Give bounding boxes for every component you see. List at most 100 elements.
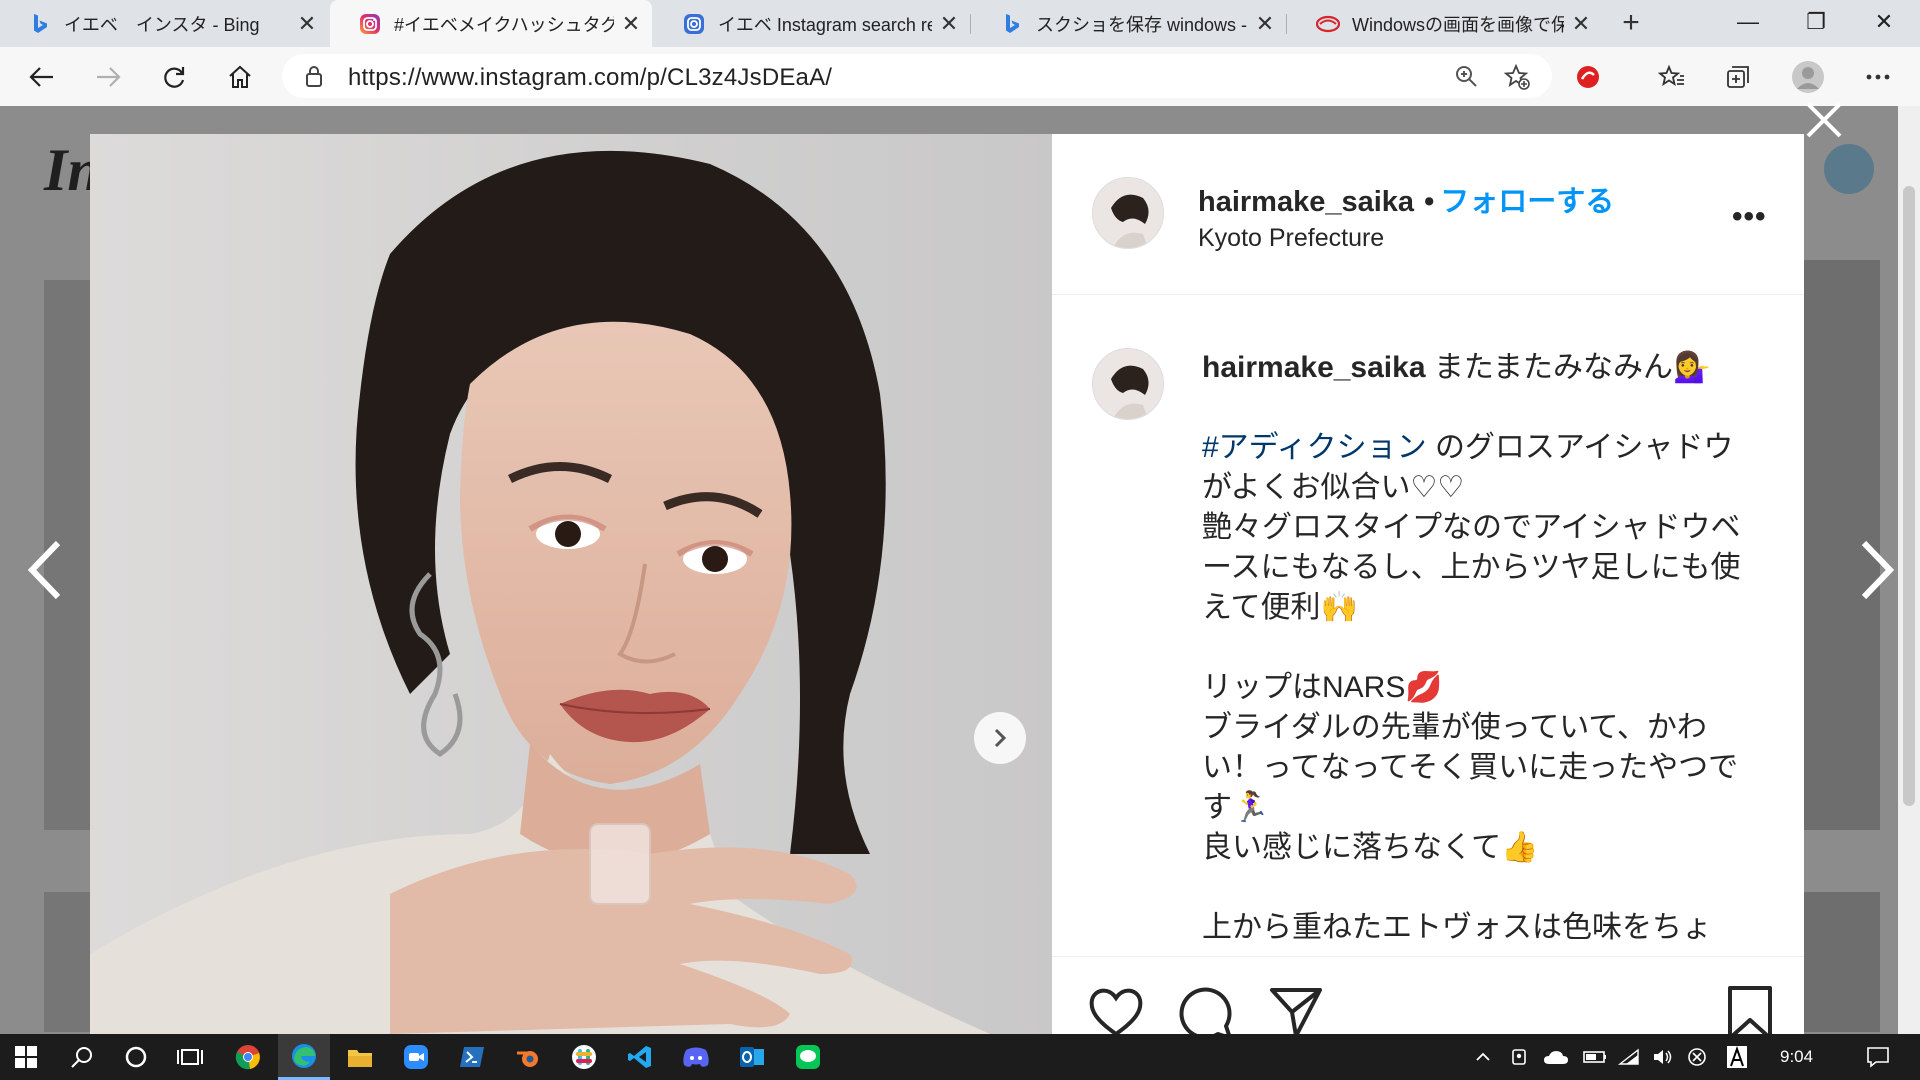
zoom-app-icon — [404, 1045, 428, 1069]
taskbar-chrome[interactable] — [222, 1034, 274, 1080]
caption-author-avatar[interactable] — [1092, 348, 1164, 420]
post-photo[interactable] — [90, 134, 1052, 1034]
taskbar-clock[interactable]: 9:04 — [1780, 1047, 1813, 1067]
search-icon — [71, 1047, 92, 1068]
user-avatar[interactable] — [1824, 144, 1874, 194]
taskbar-vscode[interactable] — [614, 1034, 666, 1080]
caption-line: ブライダルの先輩が使っていて、かわい！ってなってそく買いに走ったやつです🏃‍♀️ — [1202, 711, 1739, 824]
forward-button[interactable] — [88, 57, 128, 97]
tab-close-icon[interactable]: ✕ — [296, 11, 318, 37]
battery-icon[interactable] — [1580, 1034, 1610, 1080]
url-text[interactable]: https://www.instagram.com/p/CL3z4JsDEaA/ — [348, 64, 832, 92]
tab-title: イエベ インスタ - Bing — [64, 14, 260, 35]
chrome-icon — [235, 1045, 260, 1070]
author-avatar[interactable] — [1092, 177, 1164, 249]
author-username[interactable]: hairmake_saika — [1198, 186, 1414, 218]
taskbar-file-explorer[interactable] — [334, 1034, 386, 1080]
wifi-icon[interactable] — [1614, 1034, 1644, 1080]
volume-icon[interactable] — [1648, 1034, 1678, 1080]
taskbar-slack[interactable] — [558, 1034, 610, 1080]
browser-tab-instagram-search[interactable]: イエベ Instagram search resu ✕ — [654, 0, 970, 47]
comment-icon[interactable] — [1176, 982, 1236, 1042]
post-caption: hairmake_saika またまたみなみん💁‍♀️ #アディクション のグロ… — [1202, 348, 1742, 948]
close-modal-icon[interactable] — [1802, 98, 1846, 142]
task-view-icon — [177, 1049, 203, 1065]
vscode-icon — [628, 1046, 651, 1068]
portrait-illustration — [90, 134, 1052, 1034]
profile-avatar-icon[interactable] — [1790, 59, 1826, 95]
bing-icon — [28, 12, 52, 36]
lock-icon[interactable] — [304, 64, 324, 93]
separator-dot: • — [1424, 186, 1435, 218]
meet-now-icon[interactable] — [1504, 1034, 1534, 1080]
windows-taskbar: 9:04 — [0, 1034, 1920, 1080]
refresh-button[interactable] — [154, 57, 194, 97]
more-options-icon[interactable]: ••• — [1732, 200, 1767, 234]
taskbar-powershell[interactable] — [446, 1034, 498, 1080]
address-bar[interactable]: https://www.instagram.com/p/CL3z4JsDEaA/ — [282, 54, 1552, 98]
tab-title: イエベ Instagram search resu — [718, 14, 932, 35]
taskbar-zoom[interactable] — [390, 1034, 442, 1080]
hashtag-link[interactable]: #アディクション — [1202, 431, 1427, 464]
taskbar-outlook[interactable] — [726, 1034, 778, 1080]
carousel-next-button[interactable] — [974, 712, 1026, 764]
task-view-button[interactable] — [164, 1034, 216, 1080]
restore-button[interactable]: ❐ — [1786, 0, 1846, 44]
taskbar-discord[interactable] — [670, 1034, 722, 1080]
favorites-icon[interactable] — [1654, 59, 1690, 95]
browser-tab-bing-2[interactable]: スクショを保存 windows - Bin ✕ — [972, 0, 1286, 47]
taskbar-blender[interactable] — [502, 1034, 554, 1080]
previous-post-arrow-icon[interactable] — [20, 535, 70, 605]
like-heart-icon[interactable] — [1086, 982, 1146, 1042]
post-location[interactable]: Kyoto Prefecture — [1198, 224, 1384, 253]
taskbar-line[interactable] — [782, 1034, 834, 1080]
tab-title: スクショを保存 windows - Bin — [1036, 14, 1248, 35]
tab-separator — [970, 14, 971, 34]
header-divider — [1052, 294, 1804, 295]
caption-username[interactable]: hairmake_saika — [1202, 351, 1426, 384]
browser-tab-instagram-active[interactable]: #イエベメイクハッシュタグ - Inst ✕ — [330, 0, 652, 47]
browser-tab-bing-1[interactable]: イエベ インスタ - Bing ✕ — [0, 0, 328, 47]
ime-language-icon[interactable] — [1722, 1034, 1752, 1080]
save-bookmark-icon[interactable] — [1720, 982, 1780, 1042]
collections-icon[interactable] — [1720, 59, 1756, 95]
add-favorite-icon[interactable] — [1503, 63, 1530, 95]
extension-icon[interactable] — [1570, 59, 1606, 95]
tray-expand-icon[interactable] — [1468, 1034, 1498, 1080]
background-post-right-2 — [1800, 892, 1880, 1032]
home-button[interactable] — [220, 57, 260, 97]
taskbar-edge[interactable] — [278, 1034, 330, 1080]
tab-strip: イエベ インスタ - Bing ✕ #イエベメイクハッシュタグ - Inst ✕… — [0, 0, 1920, 47]
cortana-circle-icon — [125, 1046, 147, 1068]
tab-close-icon[interactable]: ✕ — [938, 11, 960, 37]
tab-title: #イエベメイクハッシュタグ - Inst — [394, 14, 614, 35]
tab-close-icon[interactable]: ✕ — [1254, 11, 1276, 37]
follow-button[interactable]: フォローする — [1440, 186, 1614, 218]
site-icon — [1316, 12, 1340, 36]
next-post-arrow-icon[interactable] — [1852, 535, 1902, 605]
refresh-icon — [164, 67, 185, 88]
search-button[interactable] — [56, 1034, 108, 1080]
bing-icon — [1000, 12, 1024, 36]
browser-tab-windows-screenshot[interactable]: Windowsの画面を画像で保存 ✕ — [1288, 0, 1602, 47]
new-tab-button[interactable]: + — [1614, 6, 1648, 40]
action-center-icon[interactable] — [1858, 1034, 1898, 1080]
chevron-right-icon — [994, 728, 1007, 748]
settings-more-icon[interactable] — [1860, 59, 1896, 95]
zoom-icon[interactable] — [1454, 64, 1478, 93]
start-button[interactable] — [0, 1034, 52, 1080]
close-window-button[interactable]: ✕ — [1854, 0, 1914, 44]
cortana-button[interactable] — [110, 1034, 162, 1080]
tab-close-icon[interactable]: ✕ — [620, 11, 642, 37]
notification-close-icon[interactable] — [1682, 1034, 1712, 1080]
browser-toolbar: https://www.instagram.com/p/CL3z4JsDEaA/ — [0, 47, 1920, 107]
onedrive-icon[interactable] — [1538, 1034, 1574, 1080]
back-button[interactable] — [22, 57, 62, 97]
line-app-icon — [796, 1045, 820, 1069]
actions-divider — [1052, 956, 1804, 957]
slack-icon — [572, 1045, 596, 1069]
tab-close-icon[interactable]: ✕ — [1570, 11, 1592, 37]
scrollbar-thumb[interactable] — [1903, 186, 1915, 806]
minimize-button[interactable]: — — [1718, 0, 1778, 44]
share-icon[interactable] — [1266, 982, 1326, 1042]
